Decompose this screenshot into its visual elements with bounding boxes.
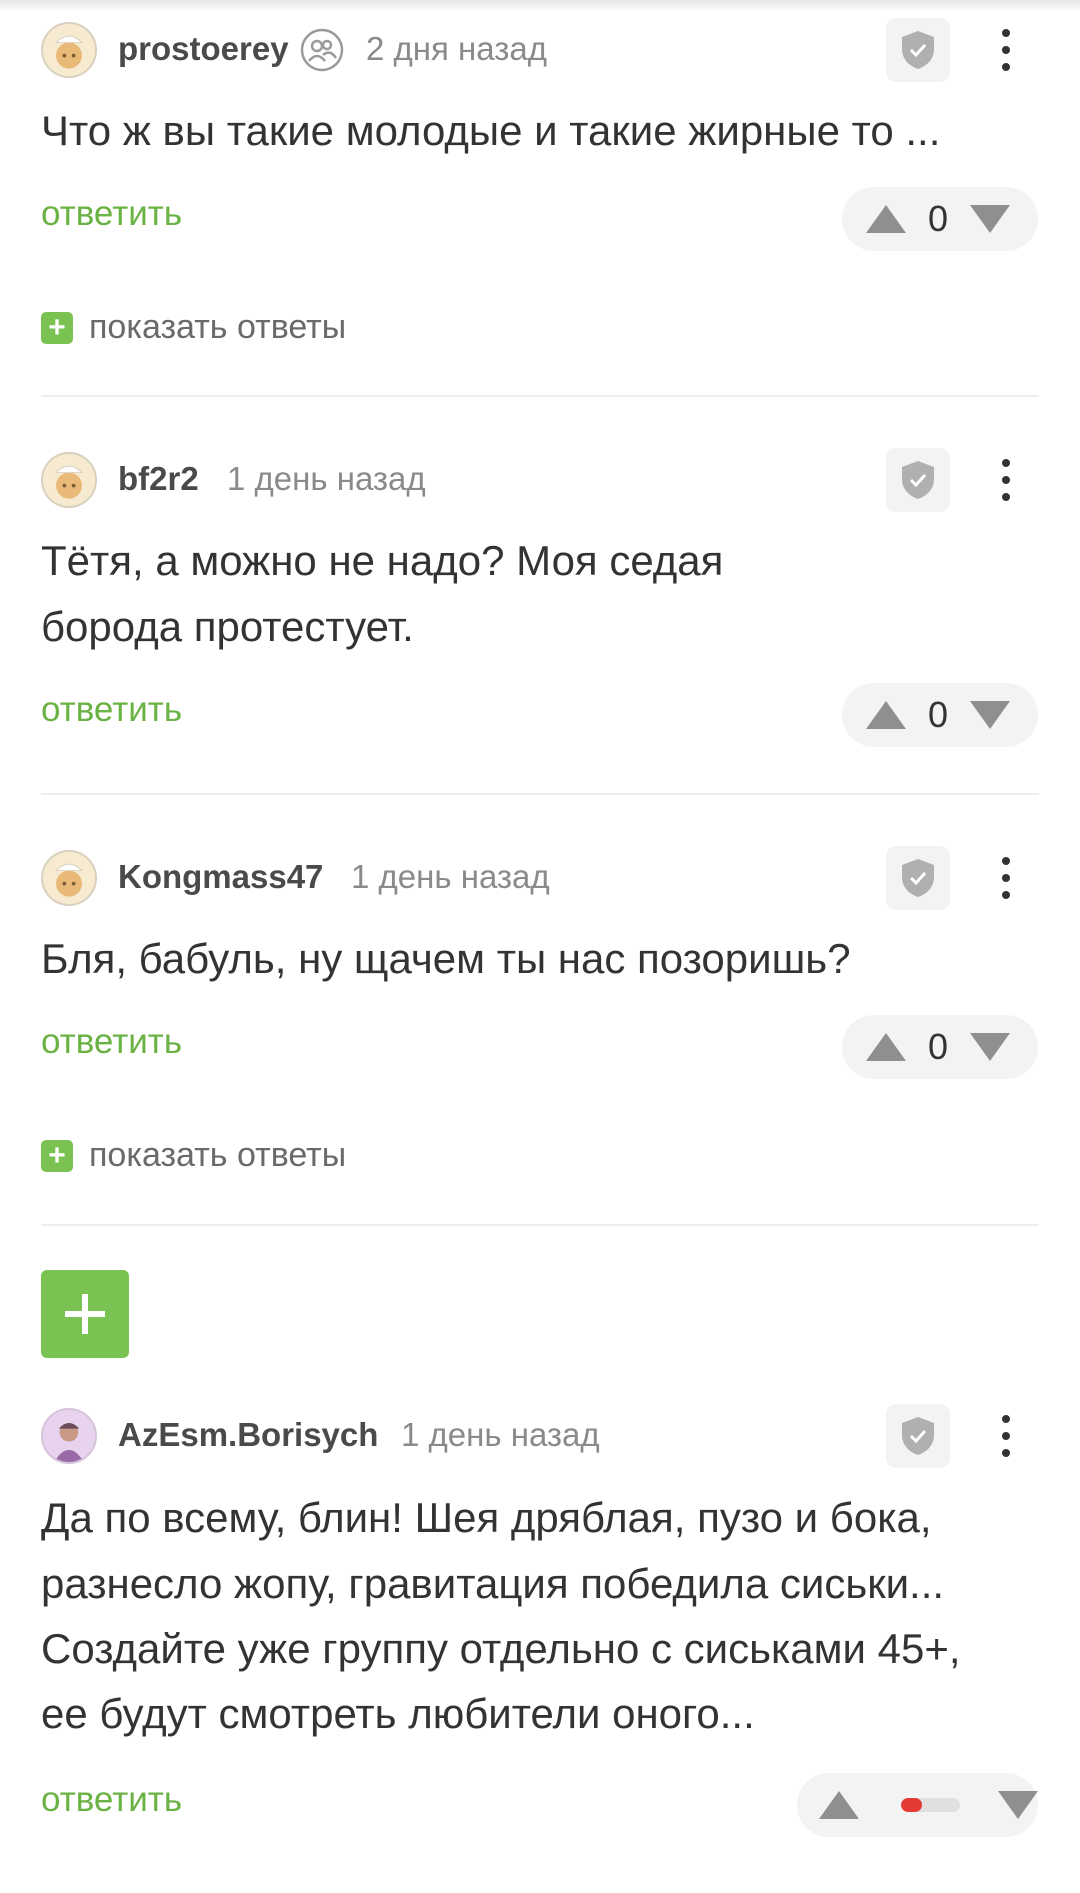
- comment: Kongmass47 1 день назад Бля, бабуль, ну …: [0, 838, 1080, 1218]
- avatar-image-icon: [43, 852, 95, 904]
- divider: [41, 1224, 1039, 1226]
- arrow-up-icon: [866, 1033, 906, 1061]
- arrow-up-icon: [866, 205, 906, 233]
- username[interactable]: Kongmass47: [118, 858, 323, 896]
- vote-widget: 0: [842, 683, 1038, 747]
- report-button[interactable]: [886, 846, 950, 910]
- more-options-button[interactable]: [986, 18, 1026, 82]
- username[interactable]: prostoerey: [118, 30, 289, 68]
- avatar[interactable]: [41, 452, 97, 508]
- more-options-button[interactable]: [986, 1404, 1026, 1468]
- comment-text-line: Да по всему, блин! Шея дряблая, пузо и б…: [41, 1494, 932, 1541]
- report-button[interactable]: [886, 1404, 950, 1468]
- reply-link[interactable]: ответить: [41, 194, 182, 234]
- upvote-button[interactable]: [864, 1027, 908, 1067]
- arrow-up-icon: [866, 701, 906, 729]
- upvote-button[interactable]: [864, 695, 908, 735]
- username[interactable]: bf2r2: [118, 460, 199, 498]
- comment-date: 2 дня назад: [366, 30, 547, 67]
- comment-text-line: Бля, бабуль, ну щачем ты нас позоришь?: [41, 935, 851, 982]
- arrow-down-icon: [970, 701, 1010, 729]
- rating-bar: [901, 1798, 960, 1812]
- avatar-image-icon: [43, 1410, 95, 1462]
- shield-icon: [902, 859, 934, 897]
- plus-icon: +: [41, 1139, 73, 1172]
- show-replies-button[interactable]: + показать ответы: [41, 1136, 346, 1175]
- comment: prostoerey 2 дня назад Что ж вы такие мо…: [0, 0, 1080, 400]
- vote-score: 0: [927, 694, 949, 735]
- downvote-button[interactable]: [997, 1785, 1038, 1825]
- comment-text-line: разнесло жопу, гравитация победила сиськ…: [41, 1560, 945, 1607]
- comment-text-line: Тётя, а можно не надо? Моя седая: [41, 537, 724, 584]
- plus-icon: [65, 1294, 105, 1334]
- vote-score: 0: [927, 1026, 949, 1067]
- shield-icon: [902, 1417, 934, 1455]
- avatar[interactable]: [41, 22, 97, 78]
- add-comment-button[interactable]: [41, 1270, 129, 1358]
- reply-link[interactable]: ответить: [41, 690, 182, 730]
- reply-link[interactable]: ответить: [41, 1780, 182, 1820]
- avatar[interactable]: [41, 1408, 97, 1464]
- rating-bar-negative-fill: [901, 1798, 922, 1812]
- vote-widget: 0: [842, 187, 1038, 251]
- upvote-button[interactable]: [864, 199, 908, 239]
- more-options-button[interactable]: [986, 448, 1026, 512]
- upvote-button[interactable]: [819, 1785, 860, 1825]
- show-replies-button[interactable]: + показать ответы: [41, 308, 346, 347]
- show-replies-label: показать ответы: [89, 1136, 347, 1174]
- comment-date: 1 день назад: [401, 1416, 600, 1453]
- comment-text-line: Что ж вы такие молодые и такие жирные то…: [41, 107, 941, 154]
- shield-icon: [902, 461, 934, 499]
- arrow-down-icon: [997, 1791, 1038, 1819]
- comment-text-line: борода протестует.: [41, 603, 414, 650]
- shield-icon: [902, 31, 934, 69]
- comment: bf2r2 1 день назад Тётя, а можно не надо…: [0, 440, 1080, 790]
- more-options-button[interactable]: [986, 846, 1026, 910]
- downvote-button[interactable]: [968, 199, 1012, 239]
- show-replies-label: показать ответы: [89, 308, 347, 346]
- comment-text-line: ее будут смотреть любители оного...: [41, 1690, 755, 1737]
- avatar-image-icon: [43, 24, 95, 76]
- comment-date: 1 день назад: [351, 858, 550, 895]
- vote-widget: [797, 1773, 1038, 1837]
- downvote-button[interactable]: [968, 695, 1012, 735]
- avatar-image-icon: [43, 454, 95, 506]
- avatar[interactable]: [41, 850, 97, 906]
- report-button[interactable]: [886, 448, 950, 512]
- divider: [41, 793, 1039, 795]
- report-button[interactable]: [886, 18, 950, 82]
- comment-text-line: Создайте уже группу отдельно с сиськами …: [41, 1625, 961, 1672]
- plus-icon: +: [41, 311, 73, 344]
- downvote-button[interactable]: [968, 1027, 1012, 1067]
- reply-link[interactable]: ответить: [41, 1022, 182, 1062]
- comment-date: 1 день назад: [227, 460, 426, 497]
- vote-score: 0: [927, 198, 949, 239]
- divider: [41, 395, 1039, 397]
- vote-widget: 0: [842, 1015, 1038, 1079]
- arrow-up-icon: [819, 1791, 860, 1819]
- username[interactable]: AzEsm.Borisych: [118, 1416, 378, 1454]
- arrow-down-icon: [970, 205, 1010, 233]
- arrow-down-icon: [970, 1033, 1010, 1061]
- group-icon: [300, 28, 344, 72]
- comment: AzEsm.Borisych 1 день назад Да по всему,…: [0, 1400, 1080, 1893]
